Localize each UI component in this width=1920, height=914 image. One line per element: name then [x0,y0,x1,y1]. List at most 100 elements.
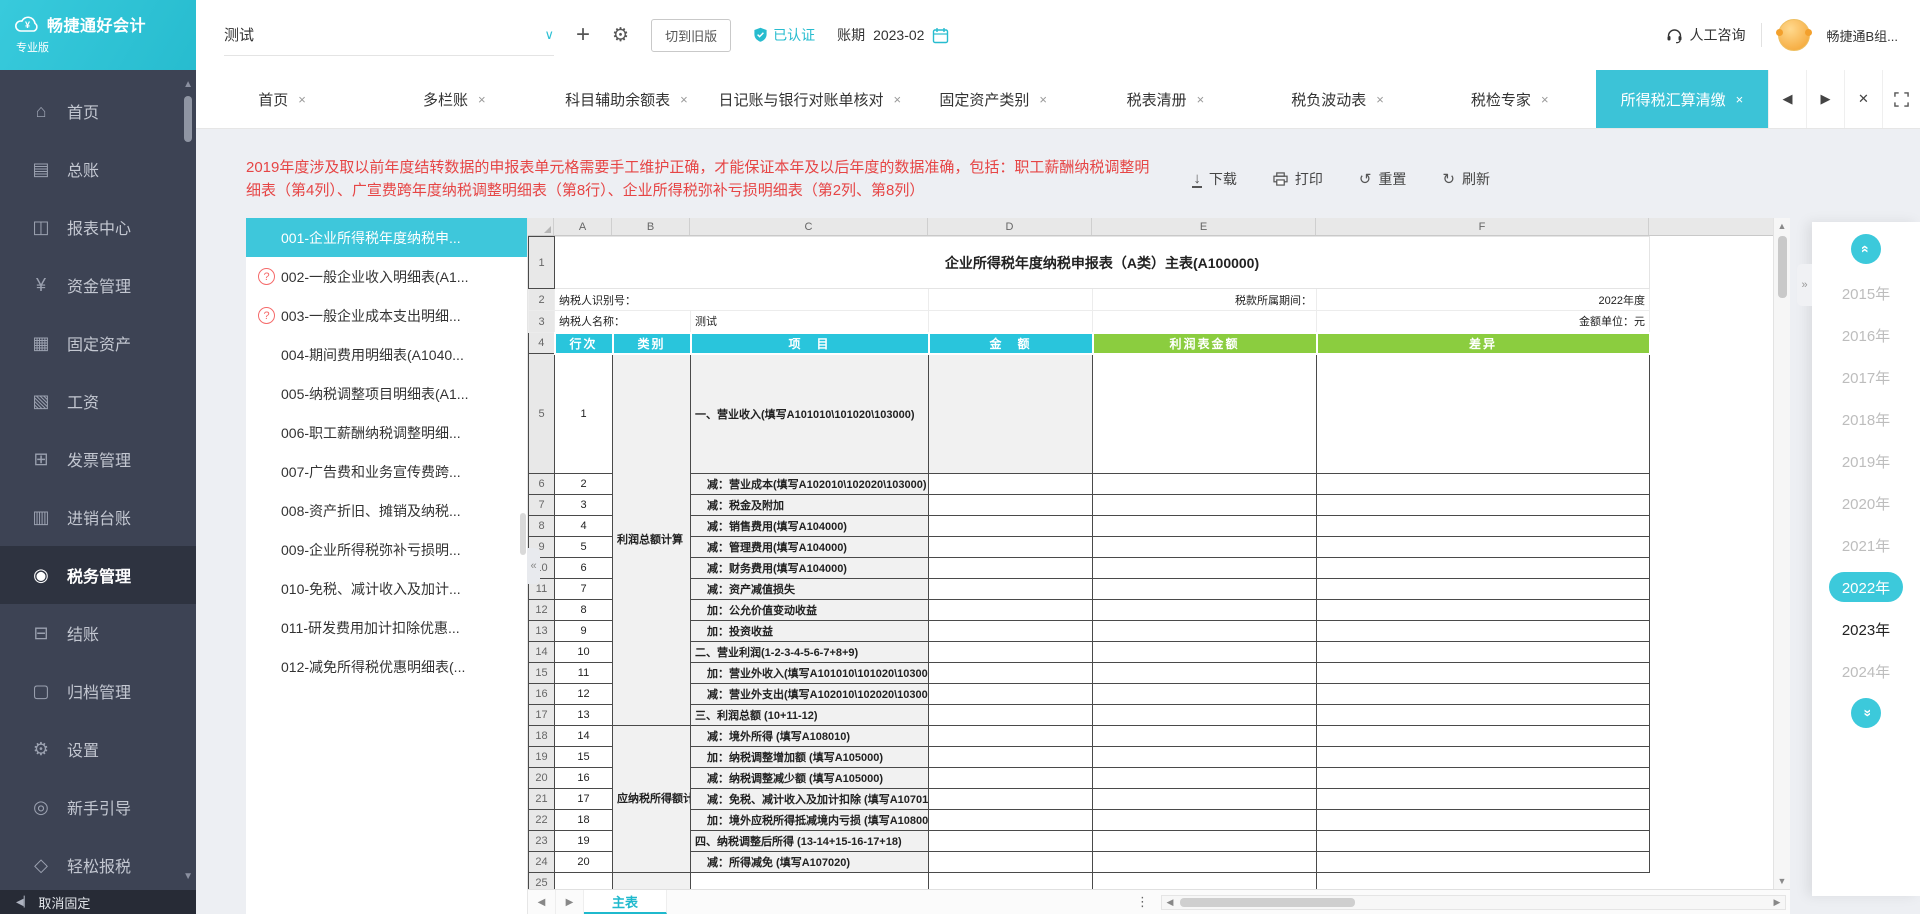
amount-cell[interactable] [929,768,1093,789]
column-header-B[interactable]: B [612,218,690,235]
item-cell[interactable]: 加：公允价值变动收益 [691,600,929,621]
scroll-up-icon[interactable]: ▲ [1778,218,1787,234]
taxpayer-name-value-cell[interactable]: 测试 [691,311,929,333]
tab-3[interactable]: 科目辅助余额表× [540,70,712,128]
print-button[interactable]: 打印 [1273,169,1323,189]
column-header-F[interactable]: F [1316,218,1649,235]
line-number-cell[interactable]: 1 [555,354,613,474]
add-button[interactable]: + [576,21,590,49]
column-header-E[interactable]: E [1092,218,1316,235]
item-cell[interactable]: 减：财务费用(填写A104000) [691,558,929,579]
report-list-item[interactable]: ?009-企业所得税弥补亏损明... [246,530,527,569]
amount-cell[interactable] [929,726,1093,747]
report-list-item[interactable]: ?006-职工薪酬纳税调整明细... [246,413,527,452]
difference-cell[interactable] [1317,516,1650,537]
amount-cell[interactable] [929,495,1093,516]
line-number-cell[interactable]: 7 [555,579,613,600]
tab-2[interactable]: 多栏账× [368,70,540,128]
switch-old-version-button[interactable]: 切到旧版 [651,19,731,52]
difference-cell[interactable] [1093,873,1317,890]
line-number-cell[interactable]: 9 [555,621,613,642]
cell[interactable] [1093,311,1317,333]
difference-cell[interactable] [1317,600,1650,621]
fullscreen-icon[interactable] [1882,70,1920,128]
line-number-cell[interactable] [555,873,613,890]
item-cell[interactable]: 加：境外应税所得抵减境内亏损 (填写A108000) [691,810,929,831]
year-item[interactable]: 2017年 [1842,356,1890,398]
year-item[interactable]: 2016年 [1842,314,1890,356]
sidebar-item-archive[interactable]: ▢归档管理 [0,662,196,720]
amount-cell[interactable] [929,579,1093,600]
amount-cell[interactable] [929,663,1093,684]
h-scroll-track[interactable] [1178,896,1769,909]
difference-cell[interactable] [1317,621,1650,642]
income-statement-amount-cell[interactable] [1093,831,1317,852]
difference-cell[interactable] [1317,747,1650,768]
sidebar-scroll-down-icon[interactable]: ▼ [183,872,193,882]
tab-scroll-left-icon[interactable]: ◀ [1768,70,1806,128]
amount-cell[interactable] [929,537,1093,558]
line-number-cell[interactable]: 15 [555,747,613,768]
sidebar-item-closing[interactable]: ⊟结账 [0,604,196,662]
item-cell[interactable]: 减：管理费用(填写A104000) [691,537,929,558]
item-cell[interactable]: 减：免税、减计收入及加计扣除 (填写A107010) [691,789,929,810]
amount-cell[interactable] [929,789,1093,810]
line-number-cell[interactable]: 20 [555,852,613,873]
sidebar-item-tax-management[interactable]: ◉税务管理 [0,546,196,604]
column-header-C[interactable]: C [690,218,928,235]
income-statement-amount-cell[interactable] [1093,810,1317,831]
difference-cell[interactable] [1317,558,1650,579]
tab-close-icon[interactable]: × [894,92,902,107]
income-statement-amount-cell[interactable] [1093,537,1317,558]
income-statement-amount-cell[interactable] [1093,474,1317,495]
item-cell[interactable]: 减：资产减值损失 [691,579,929,600]
line-number-cell[interactable]: 8 [555,600,613,621]
tab-1[interactable]: 首页× [196,70,368,128]
horizontal-scrollbar-thumb[interactable] [1180,898,1355,907]
year-item[interactable]: 2019年 [1842,440,1890,482]
report-list-item[interactable]: ?011-研发费用加计扣除优惠... [246,608,527,647]
sidebar-item-settings[interactable]: ⚙设置 [0,720,196,778]
more-options-icon[interactable]: ⋮ [1124,894,1161,910]
tax-period-label-cell[interactable]: 税款所属期间： [1093,289,1317,311]
difference-cell[interactable] [1317,789,1650,810]
income-statement-amount-cell[interactable] [1093,705,1317,726]
difference-cell[interactable] [1317,474,1650,495]
sidebar-item-report-center[interactable]: ◫报表中心 [0,198,196,256]
difference-cell[interactable] [1317,684,1650,705]
difference-cell[interactable] [1317,726,1650,747]
year-item[interactable]: 2018年 [1842,398,1890,440]
line-number-cell[interactable]: 17 [555,789,613,810]
taxpayer-name-label-cell[interactable]: 纳税人名称： [555,311,691,333]
item-cell[interactable]: 减：纳税调整减少额 (填写A105000) [691,768,929,789]
income-statement-amount-cell[interactable] [1093,579,1317,600]
tab-close-icon[interactable]: × [1039,92,1047,107]
period-value[interactable]: 2023-02 [873,27,924,43]
income-statement-amount-cell[interactable] [1093,516,1317,537]
line-number-cell[interactable]: 3 [555,495,613,516]
item-cell[interactable]: 减：销售费用(填写A104000) [691,516,929,537]
amount-cell[interactable] [929,810,1093,831]
sheet-next-icon[interactable]: ▶ [556,890,584,914]
sidebar-item-invoice[interactable]: ⊞发票管理 [0,430,196,488]
amount-cell[interactable] [929,642,1093,663]
income-statement-amount-cell[interactable] [1093,621,1317,642]
item-cell[interactable]: 一、营业收入(填写A101010\101020\103000) [691,354,929,474]
sheet-prev-icon[interactable]: ◀ [528,890,556,914]
sidebar-scroll-up-icon[interactable]: ▲ [183,80,193,90]
income-statement-amount-cell[interactable] [1093,495,1317,516]
income-statement-amount-cell[interactable] [1093,684,1317,705]
refresh-button[interactable]: ↻ 刷新 [1442,169,1490,189]
report-list-item[interactable]: ?007-广告费和业务宣传费跨... [246,452,527,491]
amount-cell[interactable] [929,705,1093,726]
difference-cell[interactable] [1317,354,1650,474]
sidebar-item-beginner-guide[interactable]: ◎新手引导 [0,778,196,836]
income-statement-amount-cell[interactable] [1093,600,1317,621]
item-cell[interactable]: 二、营业利润(1-2-3-4-5-6-7+8+9) [691,642,929,663]
amount-cell[interactable] [929,354,1093,474]
amount-cell[interactable] [929,516,1093,537]
tab-close-icon[interactable]: × [1376,92,1384,107]
download-button[interactable]: ↓ 下载 [1192,169,1237,189]
sidebar-item-salary[interactable]: ▧工资 [0,372,196,430]
amount-cell[interactable] [929,600,1093,621]
